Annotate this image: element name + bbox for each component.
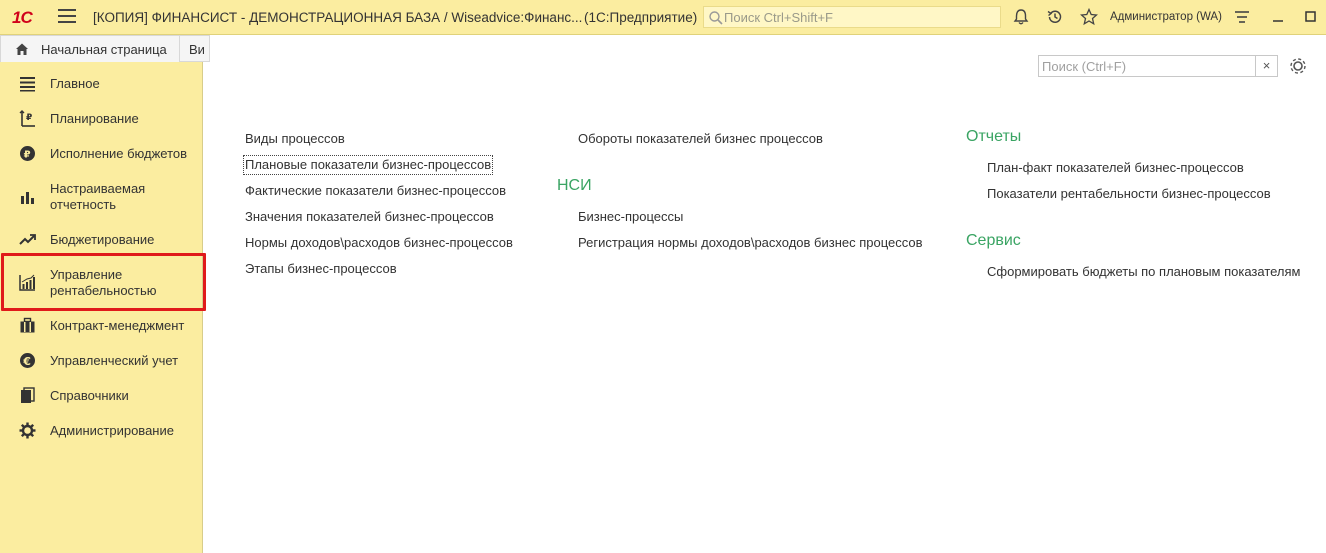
highlight-frame bbox=[1, 253, 206, 311]
sidebar-item-label: Главное bbox=[50, 76, 100, 91]
sidebar-item-management-accounting[interactable]: € Управленческий учет bbox=[0, 351, 203, 371]
list-icon bbox=[20, 77, 35, 92]
sidebar-item-label: Исполнение бюджетов bbox=[50, 146, 188, 161]
main-menu-icon[interactable] bbox=[58, 9, 76, 25]
tab-second[interactable]: Ви bbox=[180, 35, 210, 62]
sidebar-item-custom-reports[interactable]: Настраиваемая отчетность bbox=[0, 179, 203, 215]
home-icon bbox=[16, 43, 28, 55]
bar-chart-icon bbox=[21, 192, 34, 204]
group-title-service: Сервис bbox=[966, 232, 1021, 249]
sidebar-item-budgeting[interactable]: Бюджетирование bbox=[0, 230, 203, 250]
window-title: [КОПИЯ] ФИНАНСИСТ - ДЕМОНСТРАЦИОННАЯ БАЗ… bbox=[93, 10, 583, 25]
link-norm-registration[interactable]: Регистрация нормы доходов\расходов бизне… bbox=[578, 235, 923, 251]
svg-text:₽: ₽ bbox=[26, 113, 32, 123]
link-profitability-report[interactable]: Показатели рентабельности бизнес-процесс… bbox=[987, 186, 1271, 202]
sidebar-item-label: Бюджетирование bbox=[50, 232, 155, 247]
global-search-field[interactable] bbox=[703, 6, 1001, 28]
euro-coin-icon: € bbox=[20, 353, 35, 368]
title-bar: 1С [КОПИЯ] ФИНАНСИСТ - ДЕМОНСТРАЦИОННАЯ … bbox=[0, 0, 1326, 35]
trend-up-icon bbox=[19, 234, 36, 245]
planning-icon: ₽ bbox=[19, 110, 35, 127]
star-icon[interactable] bbox=[1080, 8, 1098, 26]
ruble-coin-icon: ₽ bbox=[20, 146, 35, 161]
maximize-icon[interactable] bbox=[1302, 8, 1320, 26]
tab-home-page[interactable]: Начальная страница bbox=[0, 35, 180, 62]
link-actual-indicators[interactable]: Фактические показатели бизнес-процессов bbox=[245, 183, 506, 199]
link-planned-indicators[interactable]: Плановые показатели бизнес-процессов bbox=[242, 155, 494, 175]
sidebar-item-budget-execution[interactable]: ₽ Исполнение бюджетов bbox=[0, 144, 203, 164]
sidebar-item-administration[interactable]: Администрирование bbox=[0, 421, 203, 441]
sidebar-item-label: Настраиваемая отчетность bbox=[50, 181, 146, 212]
bell-icon[interactable] bbox=[1012, 8, 1030, 26]
link-business-processes[interactable]: Бизнес-процессы bbox=[578, 209, 683, 225]
link-process-stages[interactable]: Этапы бизнес-процессов bbox=[245, 261, 397, 277]
current-user[interactable]: Администратор (WA) bbox=[1110, 11, 1222, 23]
sidebar-item-catalogs[interactable]: Справочники bbox=[0, 386, 203, 406]
sidebar-item-label: Управленческий учет bbox=[50, 353, 179, 368]
history-icon[interactable] bbox=[1046, 8, 1064, 26]
section-search-input[interactable] bbox=[1042, 58, 1252, 74]
link-process-types[interactable]: Виды процессов bbox=[245, 131, 345, 147]
settings-gear-icon[interactable] bbox=[1288, 56, 1308, 76]
sidebar-item-planning[interactable]: ₽ Планирование bbox=[0, 109, 203, 129]
clear-search-button[interactable]: × bbox=[1255, 56, 1277, 76]
sidebar-item-label: Справочники bbox=[50, 388, 129, 403]
sidebar-item-label: Администрирование bbox=[50, 423, 174, 438]
gear-icon bbox=[19, 422, 36, 439]
sidebar-item-label: Планирование bbox=[50, 111, 139, 126]
menu-lines-icon[interactable] bbox=[1233, 8, 1251, 26]
group-title-nsi: НСИ bbox=[557, 177, 592, 194]
open-tabs-bar: Начальная страница Ви bbox=[0, 35, 210, 62]
link-plan-fact-report[interactable]: План-факт показателей бизнес-процессов bbox=[987, 160, 1244, 176]
global-search-input[interactable] bbox=[724, 9, 994, 25]
books-icon bbox=[21, 387, 35, 403]
link-indicator-turnover[interactable]: Обороты показателей бизнес процессов bbox=[578, 131, 823, 147]
svg-text:€: € bbox=[22, 355, 31, 368]
sidebar-item-main[interactable]: Главное bbox=[0, 74, 203, 94]
briefcase-icon bbox=[20, 317, 35, 333]
group-title-reports: Отчеты bbox=[966, 128, 1022, 145]
platform-label: (1С:Предприятие) bbox=[584, 10, 698, 25]
1c-logo[interactable]: 1С bbox=[12, 8, 46, 27]
minimize-icon[interactable] bbox=[1269, 8, 1287, 26]
section-search-field[interactable]: × bbox=[1038, 55, 1278, 77]
sidebar-item-label: Контракт-менеджмент bbox=[50, 318, 185, 333]
link-indicator-values[interactable]: Значения показателей бизнес-процессов bbox=[245, 209, 494, 225]
section-content bbox=[211, 36, 1326, 553]
svg-text:₽: ₽ bbox=[24, 150, 31, 161]
tab-second-label: Ви bbox=[189, 42, 205, 57]
link-income-expense-norms[interactable]: Нормы доходов\расходов бизнес-процессов bbox=[245, 235, 513, 251]
tab-home-label: Начальная страница bbox=[41, 42, 167, 57]
sidebar-item-contracts[interactable]: Контракт-менеджмент bbox=[0, 316, 203, 336]
search-icon bbox=[709, 11, 723, 25]
link-generate-budgets[interactable]: Сформировать бюджеты по плановым показат… bbox=[987, 264, 1301, 280]
